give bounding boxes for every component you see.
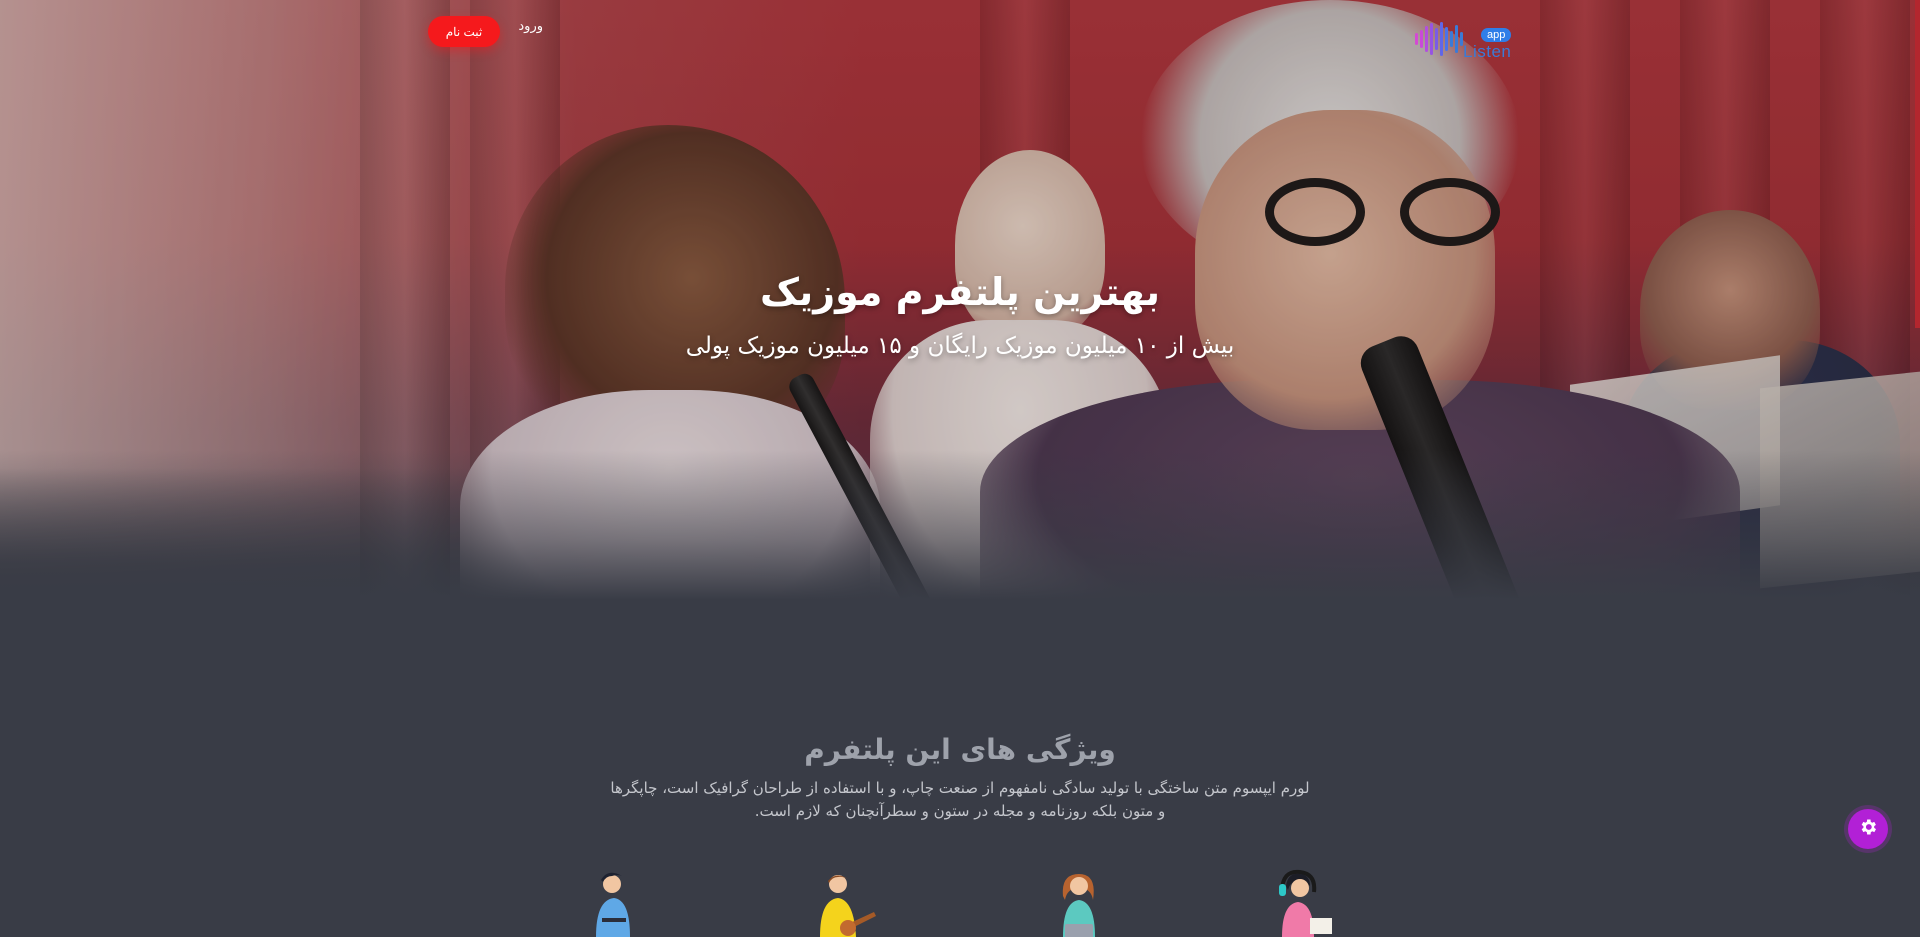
features-description: لورم ایپسوم متن ساختگی با تولید سادگی نا… — [610, 779, 1310, 820]
logo[interactable]: app Listen — [1415, 16, 1517, 64]
gear-icon — [1858, 817, 1878, 841]
hero-title: بهترین پلتفرم موزیک — [760, 270, 1160, 314]
person-laptop-illustration — [568, 866, 658, 937]
signup-button[interactable]: ثبت نام — [428, 16, 500, 47]
laptop-user-illustration — [1033, 866, 1123, 937]
headphones-listener-illustration — [1252, 866, 1342, 937]
logo-text: Listen — [1463, 42, 1512, 61]
login-link[interactable]: ورود — [515, 19, 543, 34]
guitar-player-illustration — [792, 866, 882, 937]
features-title: ویژگی های این پلتفرم — [804, 733, 1116, 766]
hero-subtitle: بیش از ۱۰ میلیون موزیک رایگان و ۱۵ میلیو… — [685, 333, 1235, 359]
logo-badge: app — [1481, 28, 1512, 42]
settings-button[interactable] — [1848, 809, 1888, 849]
sound-wave-icon — [1415, 22, 1463, 56]
